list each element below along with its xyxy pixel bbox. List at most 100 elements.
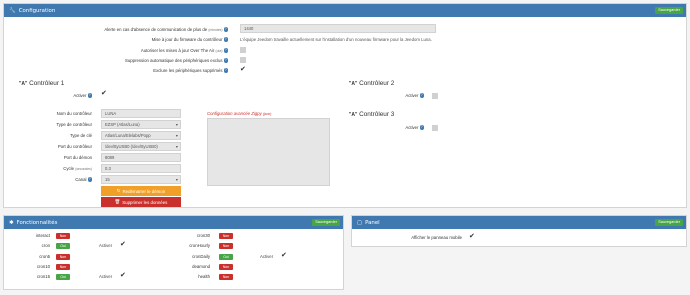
autodel-label-row: Suppression automatique des périphérique… [60, 58, 228, 63]
status-badge: Non [219, 264, 233, 270]
feature-name: cron10 [36, 264, 50, 269]
mobile-panel-header: ▢ Panel [352, 216, 686, 229]
ctrl1-type-label: Type de contrôleur [56, 122, 92, 127]
ctrl1-key-select[interactable]: Atlas/Luna/Elelabs/Popp [101, 131, 181, 140]
help-icon[interactable]: ? [223, 58, 228, 63]
ctrl1-channel-label: Canal [75, 177, 87, 182]
feature-active-checkbox[interactable]: ✔ [120, 241, 126, 248]
ctrl1-cycle-label: Cycle [63, 166, 75, 171]
features-title: Fonctionnalités [16, 219, 58, 226]
help-icon[interactable]: ? [419, 93, 424, 98]
controller2-title: Contrôleur 2 [359, 80, 395, 87]
square-icon: ▢ [357, 219, 363, 226]
mobile-checkbox-checked[interactable]: ✔ [469, 233, 475, 240]
refresh-icon: ↻ [116, 188, 121, 193]
help-icon[interactable]: ? [223, 48, 228, 53]
help-icon[interactable]: ? [87, 93, 92, 98]
help-icon[interactable]: ? [419, 125, 424, 130]
restart-daemon-button[interactable]: ↻ Redémarrer le démon [101, 186, 181, 196]
zigbee-icon: "A" [349, 112, 358, 118]
controller1-title-row: "A" Contrôleur 1 [19, 80, 64, 87]
ctrl3-active-row: Activer? [380, 125, 424, 130]
ctrl1-daemon-port-label: Port du démon [63, 155, 92, 160]
config-save-button[interactable]: Sauvegarder [655, 6, 683, 14]
ctrl2-active-row: Activer? [380, 93, 424, 98]
alert-label: Alerte en cas d'absence de communication… [104, 27, 208, 32]
ctrl1-daemon-port-input[interactable]: 8089 [101, 153, 181, 162]
alert-minutes-input[interactable]: 1440 [240, 24, 436, 33]
feature-name: cronHourly [189, 243, 210, 248]
firmware-label: Mise à jour du firmware du contrôleur [151, 37, 223, 42]
feature-active-checkbox[interactable]: ✔ [281, 252, 287, 259]
firmware-text: L'équipe Jeedom travaille actuellement s… [240, 37, 432, 42]
feature-name: cron5 [39, 254, 50, 259]
restart-daemon-label: Redémarrer le démon [122, 188, 166, 194]
ota-label-row: Autoriser les mises à jour Over The Air … [60, 48, 228, 53]
ctrl1-cycle-unit: (secondes) [75, 167, 92, 171]
status-badge: Oui [56, 274, 70, 280]
help-icon[interactable]: ? [223, 68, 228, 73]
exclude-checkbox-checked[interactable]: ✔ [240, 66, 246, 73]
ota-unit: (ota) [215, 49, 223, 53]
autodel-checkbox[interactable] [240, 57, 246, 63]
puzzle-icon: ✱ [9, 219, 14, 226]
ota-label: Autoriser les mises à jour Over The Air [140, 48, 215, 53]
ctrl1-port-select[interactable]: /dev/ttyUSB0 (/dev/ttyUSB0) [101, 142, 181, 151]
ctrl1-active-row: Activer? [30, 93, 92, 98]
status-badge: Non [56, 254, 70, 260]
wrench-icon: 🔧 [9, 7, 16, 14]
alert-unit: (minutes) [208, 28, 223, 32]
status-badge: Non [219, 233, 233, 239]
controller2-title-row: "A" Contrôleur 2 [349, 80, 394, 87]
advanced-config-unit: (json) [262, 112, 272, 116]
ctrl1-channel-row: Canal? [30, 177, 92, 182]
status-badge: Non [56, 233, 70, 239]
ctrl1-key-label: Type de clé [70, 133, 92, 138]
advanced-config-row: Configuration avancée Zigpy (json) [207, 111, 271, 116]
feature-name: health [198, 274, 210, 279]
autodel-label: Suppression automatique des périphérique… [125, 58, 223, 63]
mobile-panel-save-button[interactable]: Sauvegarder [655, 218, 683, 226]
exclude-label-row: Exclure les périphériques supprimés? [60, 68, 228, 73]
ctrl1-channel-select[interactable]: 15 [101, 175, 181, 184]
feature-name: interact [35, 233, 50, 238]
status-badge: Oui [219, 254, 233, 260]
feature-name: deamond [192, 264, 210, 269]
ctrl2-active-checkbox[interactable] [432, 93, 438, 99]
delete-data-button[interactable]: 🗑 Supprimer les données [101, 197, 181, 207]
ctrl1-active-checkbox[interactable]: ✔ [101, 90, 107, 97]
feature-active-checkbox[interactable]: ✔ [120, 272, 126, 279]
feature-name: cron [41, 243, 50, 248]
ctrl3-active-label: Activer [405, 125, 419, 130]
alert-label-row: Alerte en cas d'absence de communication… [60, 27, 228, 32]
features-save-button[interactable]: Sauvegarder [312, 218, 340, 226]
zigbee-icon: "A" [19, 81, 28, 87]
ota-checkbox[interactable] [240, 47, 246, 53]
mobile-label: Afficher le panneau mobile [411, 235, 462, 240]
feature-name: cronDaily [192, 254, 210, 259]
zigbee-icon: "A" [349, 81, 358, 87]
features-header: ✱ Fonctionnalités [4, 216, 343, 229]
feature-active-label: Activer [260, 254, 274, 259]
feature-name: cron15 [36, 274, 50, 279]
ctrl3-active-checkbox[interactable] [432, 125, 438, 131]
controller3-title-row: "A" Contrôleur 3 [349, 111, 394, 118]
advanced-config-label: Configuration avancée Zigpy [207, 111, 262, 116]
configuration-title: Configuration [18, 7, 56, 14]
help-icon[interactable]: ? [87, 177, 92, 182]
mobile-panel: ▢ Panel Sauvegarder [351, 215, 687, 247]
ctrl1-active-label: Activer [73, 93, 87, 98]
controller1-title: Contrôleur 1 [29, 80, 65, 87]
advanced-config-textarea[interactable] [207, 118, 330, 186]
help-icon[interactable]: ? [223, 27, 228, 32]
ctrl1-name-input[interactable]: LUNA [101, 109, 181, 118]
ctrl1-cycle-input[interactable]: 0.3 [101, 164, 181, 173]
help-icon[interactable]: ? [223, 37, 228, 42]
status-badge: Non [56, 264, 70, 270]
status-badge: Oui [56, 243, 70, 249]
ctrl1-type-select[interactable]: EZSP (Atlas/Luna) [101, 120, 181, 129]
ctrl1-port-label: Port du contrôleur [57, 144, 92, 149]
feature-name: cron30 [196, 233, 210, 238]
mobile-panel-title: Panel [365, 219, 380, 226]
feature-active-label: Activer [99, 243, 113, 248]
